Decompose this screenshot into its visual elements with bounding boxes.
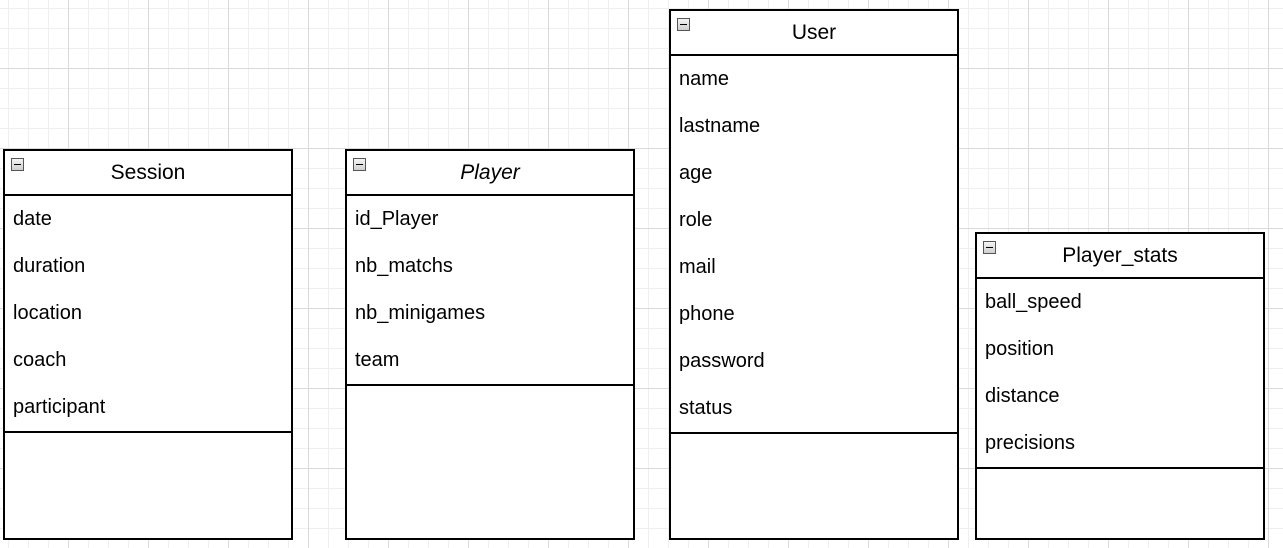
collapse-minus-icon[interactable] <box>677 18 690 31</box>
attribute[interactable]: lastname <box>671 103 957 150</box>
attribute[interactable]: nb_matchs <box>347 243 633 290</box>
class-header[interactable]: User <box>671 11 957 56</box>
attribute[interactable]: team <box>347 337 633 384</box>
attribute[interactable]: precisions <box>977 420 1263 467</box>
attribute-compartment: name lastname age role mail phone passwo… <box>671 56 957 434</box>
attribute[interactable]: name <box>671 56 957 103</box>
attribute[interactable]: location <box>5 290 291 337</box>
attribute-compartment: date duration location coach participant <box>5 196 291 433</box>
class-name: Session <box>110 160 186 184</box>
class-header[interactable]: Session <box>5 151 291 196</box>
attribute-compartment: id_Player nb_matchs nb_minigames team <box>347 196 633 386</box>
collapse-minus-icon[interactable] <box>353 158 366 171</box>
attribute[interactable]: age <box>671 150 957 197</box>
attribute[interactable]: status <box>671 385 957 432</box>
attribute[interactable]: password <box>671 338 957 385</box>
collapse-minus-icon[interactable] <box>11 158 24 171</box>
attribute[interactable]: mail <box>671 244 957 291</box>
attribute[interactable]: participant <box>5 384 291 431</box>
attribute[interactable]: coach <box>5 337 291 384</box>
attribute[interactable]: role <box>671 197 957 244</box>
attribute[interactable]: id_Player <box>347 196 633 243</box>
attribute[interactable]: duration <box>5 243 291 290</box>
class-name: Player_stats <box>1062 243 1178 267</box>
attribute-compartment: ball_speed position distance precisions <box>977 279 1263 469</box>
attribute[interactable]: nb_minigames <box>347 290 633 337</box>
attribute[interactable]: position <box>977 326 1263 373</box>
class-name: User <box>791 20 837 44</box>
class-header[interactable]: Player <box>347 151 633 196</box>
class-player[interactable]: Player id_Player nb_matchs nb_minigames … <box>345 149 635 540</box>
class-player-stats[interactable]: Player_stats ball_speed position distanc… <box>975 232 1265 540</box>
attribute[interactable]: distance <box>977 373 1263 420</box>
attribute[interactable]: ball_speed <box>977 279 1263 326</box>
attribute[interactable]: phone <box>671 291 957 338</box>
class-name: Player <box>460 160 520 184</box>
class-session[interactable]: Session date duration location coach par… <box>3 149 293 540</box>
collapse-minus-icon[interactable] <box>983 241 996 254</box>
class-header[interactable]: Player_stats <box>977 234 1263 279</box>
class-user[interactable]: User name lastname age role mail phone p… <box>669 9 959 540</box>
attribute[interactable]: date <box>5 196 291 243</box>
